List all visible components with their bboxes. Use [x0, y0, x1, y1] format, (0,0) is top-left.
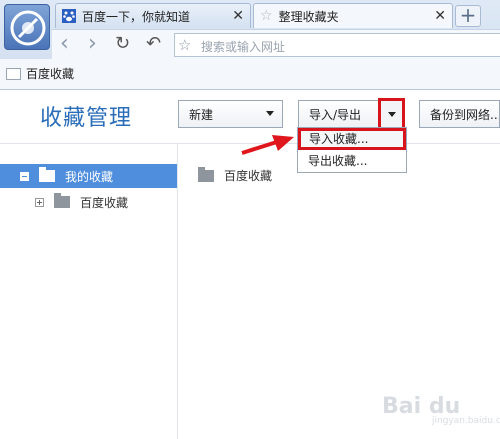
- import-export-button[interactable]: 导入/导出: [298, 100, 380, 128]
- browser-menu-button[interactable]: [4, 4, 50, 50]
- tree-item-my-favorites[interactable]: 我的收藏: [0, 164, 177, 188]
- watermark: Bai du jingyan.baidu.com: [382, 394, 500, 428]
- folder-icon: [39, 167, 55, 182]
- page-title: 收藏管理: [40, 106, 133, 131]
- browser-logo-icon: [10, 10, 46, 46]
- browser-chrome: 百度一下，你就知道 ✕ ☆ 整理收藏夹 ✕ + ‹ › ↻ ↶ ☆ 搜索或输入网…: [0, 0, 500, 90]
- close-tab-icon[interactable]: ✕: [232, 8, 244, 24]
- tree-item-label: 百度收藏: [80, 195, 129, 210]
- bookmark-item[interactable]: 百度收藏: [6, 65, 74, 82]
- tab-organize-favorites[interactable]: ☆ 整理收藏夹 ✕: [253, 3, 453, 28]
- tab-baidu[interactable]: 百度一下，你就知道 ✕: [55, 3, 251, 28]
- tree-item-label: 我的收藏: [65, 169, 114, 184]
- close-tab-icon[interactable]: ✕: [434, 8, 446, 24]
- import-export-dropdown-toggle[interactable]: [378, 98, 405, 130]
- list-item[interactable]: 百度收藏: [198, 166, 273, 184]
- new-label: 新建: [189, 107, 214, 122]
- star-icon: ☆: [260, 8, 273, 24]
- address-placeholder: 搜索或输入网址: [201, 40, 286, 54]
- tab-title: 百度一下，你就知道: [82, 9, 191, 24]
- undo-icon[interactable]: ↶: [146, 33, 161, 55]
- navigation-bar: ‹ › ↻ ↶ ☆ 搜索或输入网址: [52, 29, 500, 59]
- folder-icon: [198, 166, 214, 182]
- menu-item-import-favorites[interactable]: 导入收藏...: [298, 128, 406, 150]
- back-icon[interactable]: ‹: [60, 33, 69, 55]
- expand-icon[interactable]: [35, 197, 44, 207]
- annotation-arrow-icon: [241, 135, 294, 155]
- backup-button[interactable]: 备份到网络...: [419, 100, 500, 128]
- star-icon[interactable]: ☆: [178, 36, 191, 54]
- import-export-label: 导入/导出: [309, 107, 362, 122]
- tab-title: 整理收藏夹: [278, 9, 339, 24]
- chevron-down-icon: [388, 112, 396, 117]
- new-tab-button[interactable]: +: [455, 5, 481, 27]
- chevron-down-icon: [266, 111, 274, 116]
- folder-icon: [54, 193, 70, 208]
- bookmark-label: 百度收藏: [26, 67, 75, 81]
- address-bar[interactable]: ☆ 搜索或输入网址: [174, 33, 500, 57]
- paw-icon: [62, 9, 76, 23]
- collapse-icon[interactable]: [20, 171, 29, 181]
- bookmarks-bar: 百度收藏: [0, 59, 500, 89]
- menu-item-export-favorites[interactable]: 导出收藏...: [298, 151, 406, 173]
- list-item-label: 百度收藏: [224, 169, 273, 183]
- import-export-menu: 导入收藏... 导出收藏...: [297, 127, 407, 173]
- divider: [177, 143, 178, 439]
- tree-item-baidu-favorites[interactable]: 百度收藏: [0, 190, 177, 214]
- backup-label: 备份到网络...: [430, 107, 500, 122]
- forward-icon[interactable]: ›: [88, 33, 97, 55]
- folder-icon: [6, 67, 21, 80]
- refresh-icon[interactable]: ↻: [115, 33, 130, 55]
- new-dropdown[interactable]: 新建: [178, 100, 283, 128]
- watermark-subtext: jingyan.baidu.com: [432, 416, 500, 426]
